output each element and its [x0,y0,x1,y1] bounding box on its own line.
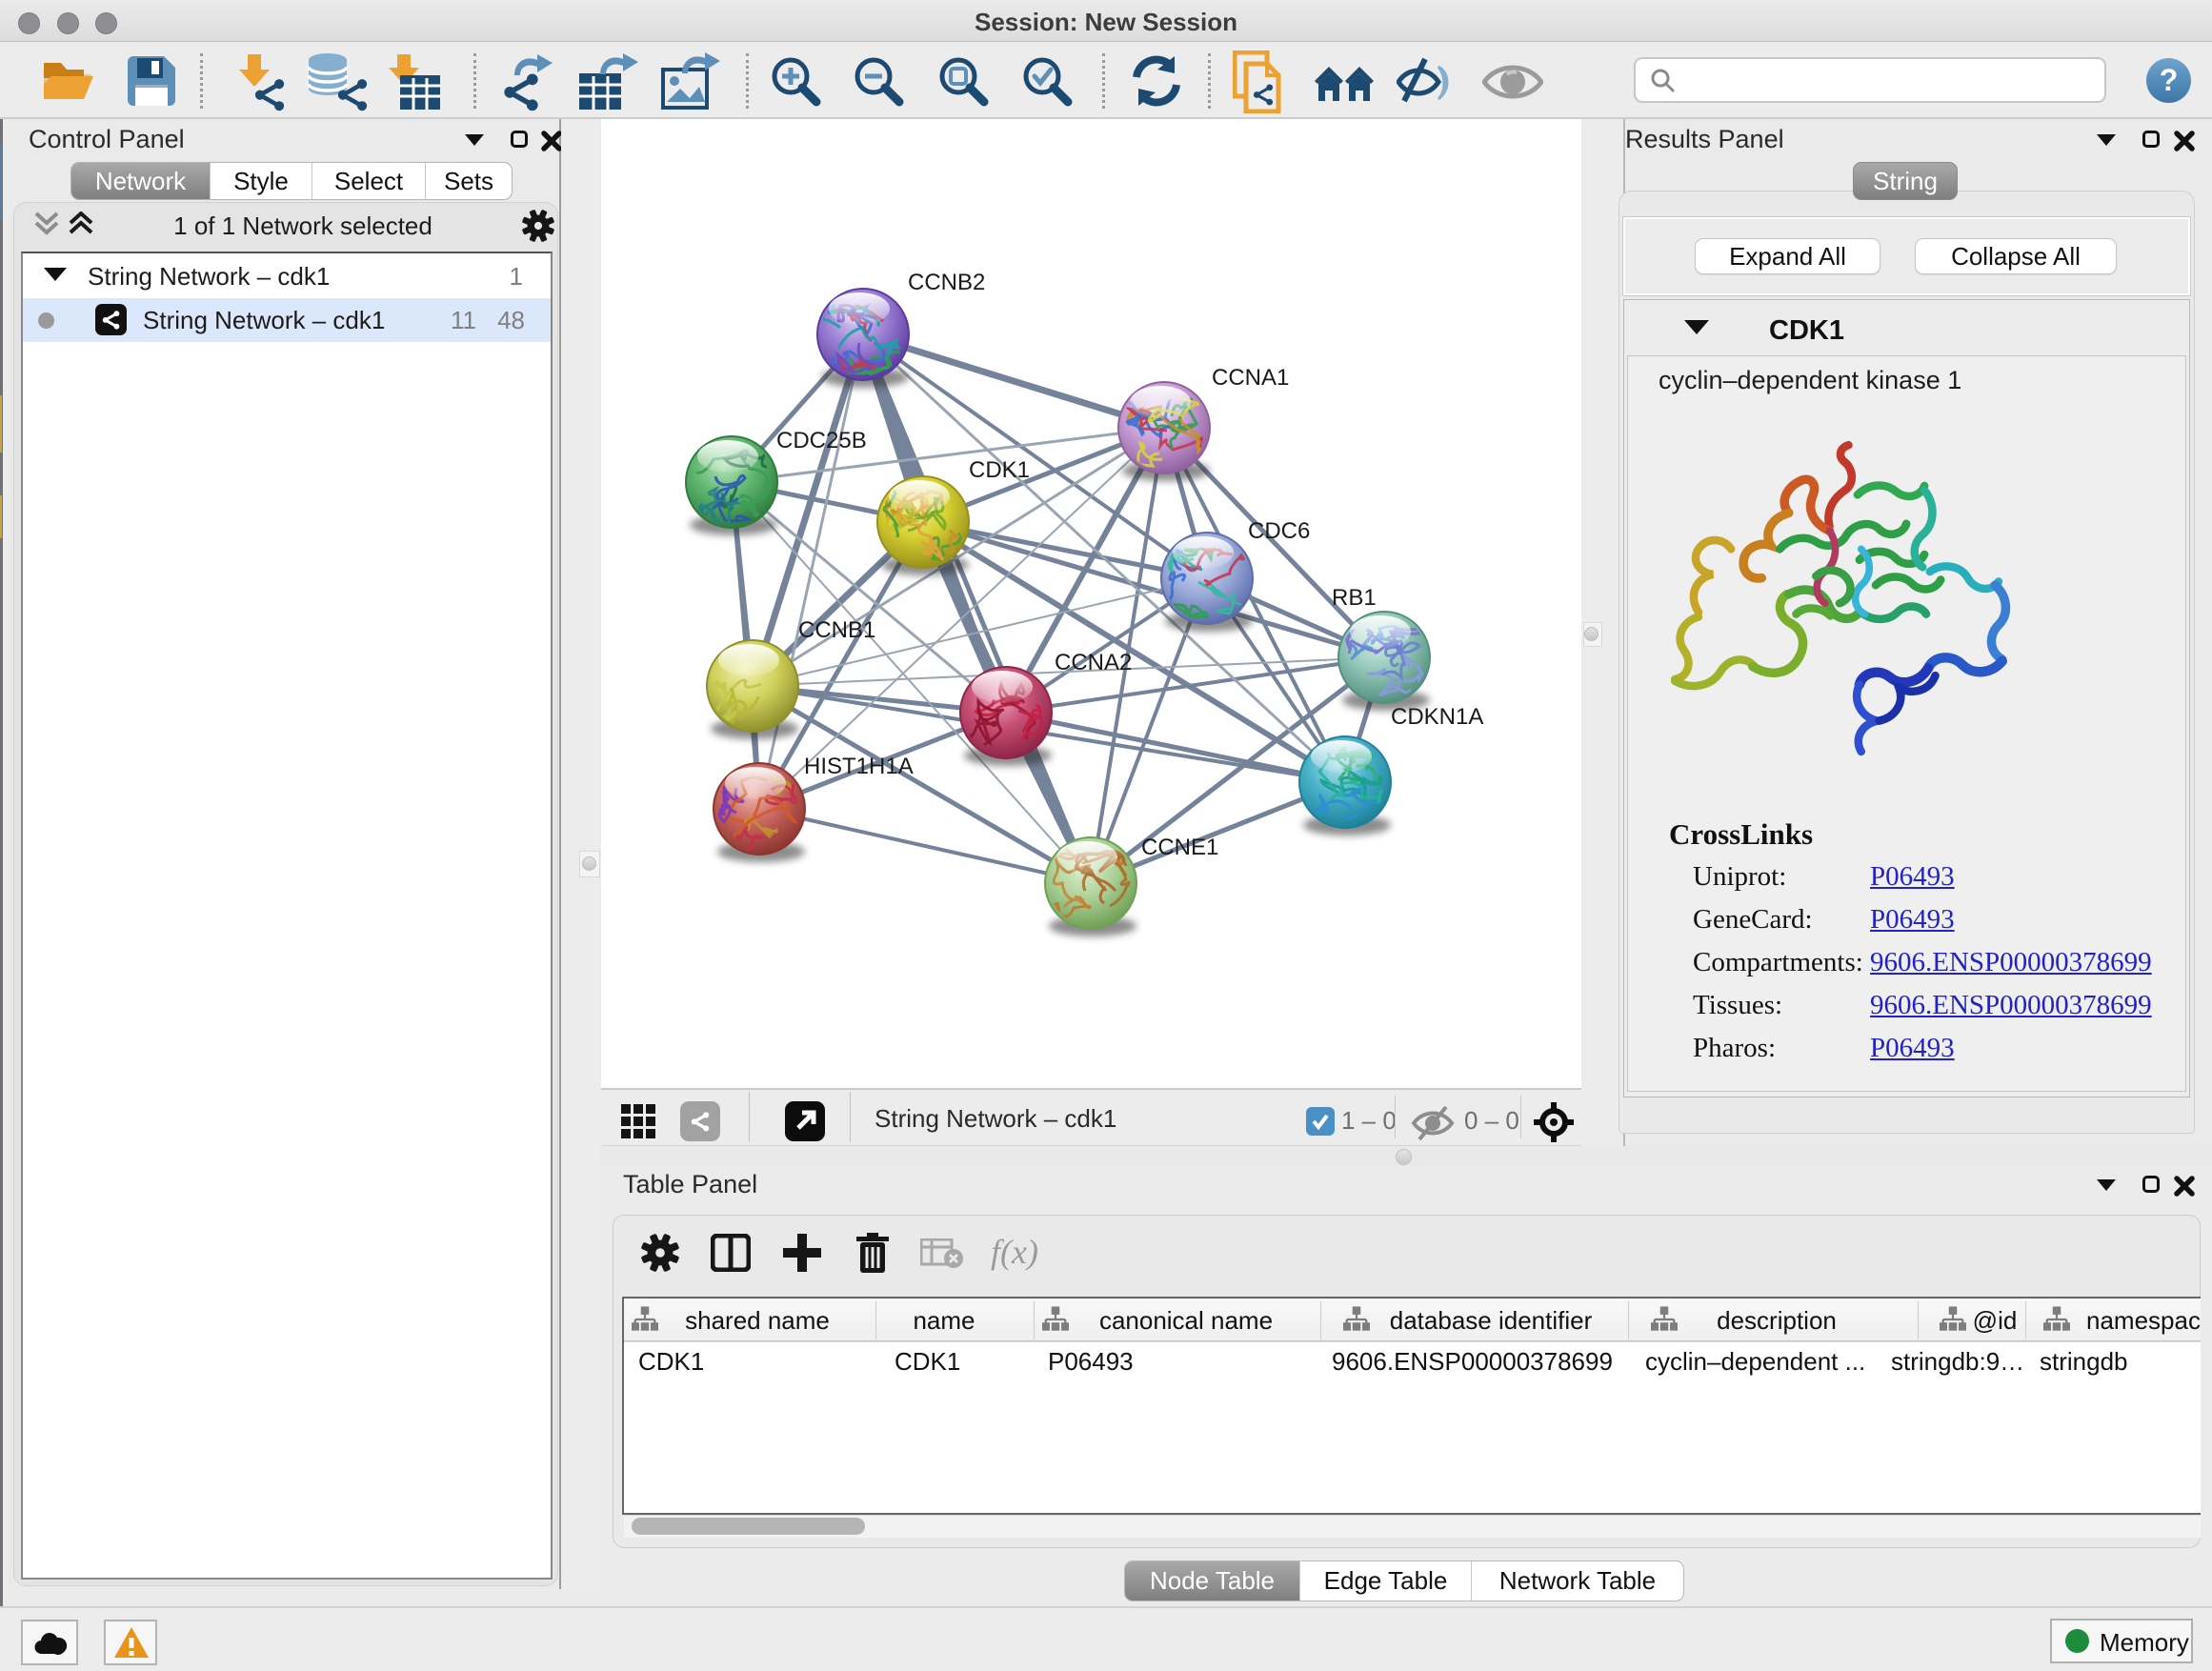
svg-text:CCNA1: CCNA1 [1212,365,1289,391]
svg-text:CCNE1: CCNE1 [1141,835,1218,860]
svg-text:CCNB2: CCNB2 [908,270,985,295]
svg-text:CDK1: CDK1 [969,457,1030,483]
svg-text:CCNB1: CCNB1 [798,617,875,643]
svg-text:CCNA2: CCNA2 [1055,650,1132,675]
svg-text:CDC25B: CDC25B [776,428,867,453]
svg-text:CDKN1A: CDKN1A [1391,704,1483,730]
svg-text:CDC6: CDC6 [1248,518,1310,544]
svg-text:HIST1H1A: HIST1H1A [804,754,914,779]
svg-text:RB1: RB1 [1332,585,1377,611]
